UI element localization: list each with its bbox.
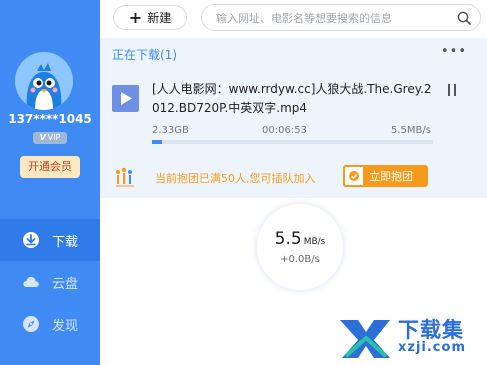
group-promo-text: 当前抱团已满50人,您可插队加入	[155, 172, 316, 185]
speed-main: 5.5 MB/s	[257, 229, 343, 249]
search-input[interactable]	[216, 10, 452, 26]
new-task-button[interactable]: + 新建	[113, 5, 187, 30]
cloud-icon	[22, 273, 40, 291]
watermark-domain: xzji.com	[398, 340, 466, 355]
vip-v-icon: V	[39, 133, 46, 142]
join-group-label: 立即抱团	[369, 170, 413, 183]
search-box	[201, 4, 481, 31]
task-speed: 5.5MB/s	[391, 125, 431, 136]
speed-extra: +0.0B/s	[280, 254, 320, 265]
pause-icon[interactable]	[447, 84, 459, 98]
group-join-icon	[343, 165, 365, 187]
bird-avatar-icon	[15, 52, 73, 110]
open-membership-button[interactable]: 开通会员	[20, 156, 80, 178]
site-watermark: 下载集 xzji.com	[336, 308, 486, 363]
speed-unit: MB/s	[303, 237, 326, 247]
progress-track	[152, 140, 433, 144]
user-avatar[interactable]	[15, 52, 73, 110]
username: 137****1045	[8, 112, 92, 126]
search-icon[interactable]	[457, 11, 471, 25]
group-boost-promo: 当前抱团已满50人,您可插队加入 立即抱团	[100, 158, 487, 198]
play-icon[interactable]	[112, 85, 139, 112]
plus-icon: +	[128, 7, 143, 27]
section-title: 正在下载(1)	[112, 48, 177, 62]
nav-label-cloud: 云盘	[52, 276, 79, 292]
sidebar: 137****1045 V VIP 开通会员 下载 云盘 发现	[0, 0, 100, 365]
nav-label-download: 下载	[52, 234, 79, 250]
nav-item-discover[interactable]: 发现	[0, 303, 100, 345]
vip-badge: V VIP	[33, 132, 67, 144]
download-icon	[22, 231, 40, 249]
task-file-name: [人人电影网：www.rrdyw.cc]人狼大战.The.Grey.2012.B…	[152, 82, 432, 115]
nav-item-cloud[interactable]: 云盘	[0, 261, 100, 303]
watermark-logo-icon	[340, 320, 390, 358]
speed-value: 5.5	[274, 229, 302, 249]
vip-label: VIP	[47, 133, 61, 142]
more-options-icon[interactable]: •••	[441, 45, 467, 58]
task-size: 2.33GB	[152, 125, 189, 136]
new-task-label: 新建	[147, 11, 172, 25]
progress-fill	[152, 140, 162, 144]
join-group-button[interactable]: 立即抱团	[343, 165, 428, 187]
download-task[interactable]: [人人电影网：www.rrdyw.cc]人狼大战.The.Grey.2012.B…	[100, 68, 487, 158]
people-group-icon	[116, 167, 134, 187]
speed-gauge: 5.5 MB/s +0.0B/s	[257, 204, 343, 290]
compass-icon	[22, 315, 40, 333]
nav-item-download[interactable]: 下载	[0, 219, 100, 261]
task-time-remaining: 00:06:53	[262, 125, 307, 136]
downloading-header: 正在下载(1) •••	[100, 38, 487, 68]
top-toolbar: + 新建	[100, 0, 487, 36]
nav-label-discover: 发现	[52, 318, 79, 334]
